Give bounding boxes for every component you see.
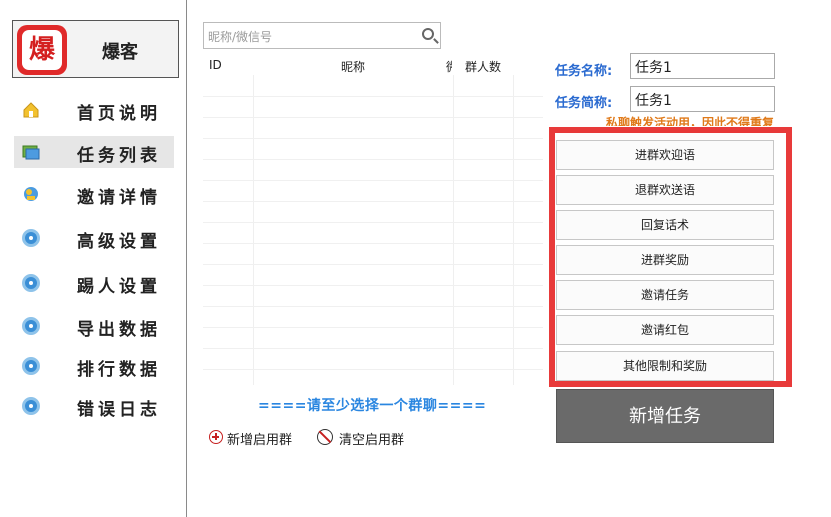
- search-input[interactable]: 昵称/微信号: [203, 22, 441, 49]
- column-header-wechat[interactable]: 微: [446, 58, 452, 75]
- app-logo: 爆: [17, 25, 67, 75]
- search-icon[interactable]: [422, 28, 434, 40]
- invite-icon: [24, 187, 38, 201]
- gear-icon: [22, 357, 40, 375]
- sidebar-item-home[interactable]: 首页说明: [14, 94, 174, 126]
- sidebar-divider: [186, 0, 187, 517]
- logo-inner: 爆: [22, 30, 62, 70]
- sidebar-item-error-log[interactable]: 错误日志: [14, 390, 174, 422]
- task-name-label: 任务名称:: [555, 64, 613, 79]
- gear-icon: [22, 317, 40, 335]
- select-group-hint: ====请至少选择一个群聊====: [258, 398, 487, 414]
- sidebar-item-export[interactable]: 导出数据: [14, 310, 174, 342]
- home-icon: [23, 102, 39, 118]
- sidebar-item-label: 导出数据: [77, 320, 161, 340]
- sidebar-item-invite[interactable]: 邀请详情: [14, 178, 174, 210]
- sidebar-item-label: 错误日志: [77, 400, 161, 420]
- sidebar-item-kick[interactable]: 踢人设置: [14, 267, 174, 299]
- sidebar-item-label: 任务列表: [77, 146, 161, 166]
- gear-icon: [22, 229, 40, 247]
- task-short-name-note: 私聊触发活动用，因此不得重复: [606, 116, 775, 126]
- task-list-icon: [22, 145, 40, 160]
- sidebar-item-label: 邀请详情: [77, 188, 161, 208]
- highlight-box: [549, 127, 792, 387]
- task-short-name-label: 任务简称:: [555, 96, 613, 111]
- gear-icon: [22, 397, 40, 415]
- add-group-label: 新增启用群: [227, 433, 293, 448]
- logo-char: 爆: [28, 35, 55, 65]
- column-header-nickname[interactable]: 昵称: [341, 58, 365, 75]
- sidebar-item-label: 踢人设置: [77, 277, 161, 297]
- add-group-button[interactable]: 新增启用群: [209, 427, 309, 448]
- ban-icon: [317, 429, 333, 445]
- task-short-name-field[interactable]: 任务1: [630, 86, 775, 112]
- column-header-member-count[interactable]: 群人数: [465, 58, 501, 75]
- sidebar-item-label: 首页说明: [77, 104, 161, 124]
- sidebar-item-label: 排行数据: [77, 360, 161, 380]
- group-table[interactable]: [203, 75, 543, 385]
- search-placeholder: 昵称/微信号: [208, 30, 273, 44]
- add-icon: [209, 430, 223, 444]
- sidebar-item-ranking[interactable]: 排行数据: [14, 350, 174, 382]
- task-name-field[interactable]: 任务1: [630, 53, 775, 79]
- column-header-id[interactable]: ID: [209, 58, 222, 72]
- clear-group-button[interactable]: 清空启用群: [317, 427, 417, 448]
- gear-icon: [22, 274, 40, 292]
- sidebar-item-advanced[interactable]: 高级设置: [14, 222, 174, 254]
- app-name: 爆客: [102, 42, 138, 63]
- sidebar-item-label: 高级设置: [77, 232, 161, 252]
- sidebar-item-task-list[interactable]: 任务列表: [14, 136, 174, 168]
- clear-group-label: 清空启用群: [339, 433, 405, 448]
- new-task-button[interactable]: 新增任务: [556, 389, 774, 443]
